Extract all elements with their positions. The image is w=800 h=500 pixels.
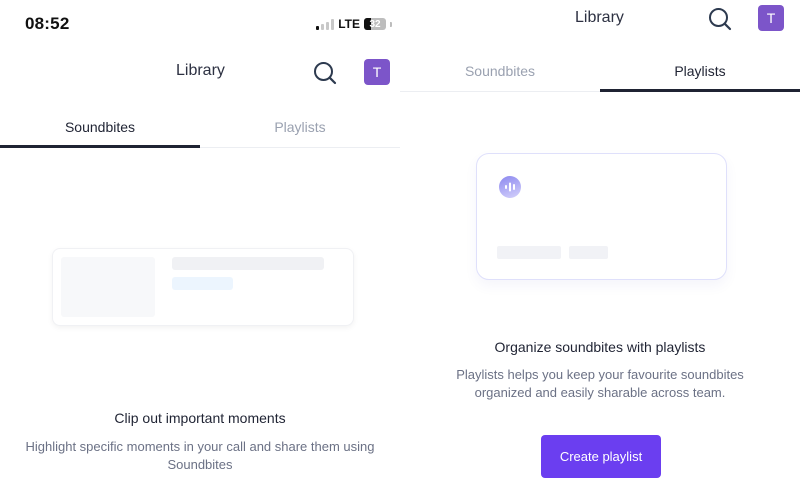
search-icon — [709, 8, 732, 31]
user-avatar[interactable]: T — [364, 59, 390, 85]
tab-playlists[interactable]: Playlists — [200, 106, 400, 147]
placeholder-tag-line — [172, 277, 233, 290]
empty-state-title: Clip out important moments — [114, 410, 286, 426]
placeholder-title-line — [172, 257, 324, 270]
soundbite-placeholder-card — [52, 248, 354, 326]
search-button[interactable] — [707, 6, 733, 32]
placeholder-line — [569, 246, 608, 259]
battery-tip — [390, 21, 392, 27]
playlists-screen: Library T Soundbites Playlists Organize … — [400, 0, 800, 500]
tab-soundbites[interactable]: Soundbites — [0, 106, 200, 148]
status-time: 08:52 — [25, 14, 70, 33]
page-title: Library — [176, 62, 225, 79]
empty-state-description: Highlight specific moments in your call … — [25, 439, 375, 472]
empty-state-description: Playlists helps you keep your favourite … — [456, 367, 744, 400]
placeholder-thumbnail — [61, 257, 155, 317]
network-type: LTE — [338, 17, 360, 31]
library-tabs: Soundbites Playlists — [400, 50, 800, 92]
empty-state-title: Organize soundbites with playlists — [494, 339, 706, 355]
search-icon — [314, 62, 337, 85]
battery-level: 32 — [369, 18, 381, 30]
playlist-placeholder-card — [476, 153, 727, 280]
signal-icon — [316, 18, 335, 30]
tab-playlists[interactable]: Playlists — [600, 50, 800, 92]
page-title: Library — [575, 9, 624, 26]
status-indicators: LTE 32 — [316, 17, 392, 31]
create-playlist-button[interactable]: Create playlist — [541, 435, 661, 478]
soundbites-screen: 08:52 LTE 32 Library T Soundbites Playli… — [0, 0, 400, 500]
tab-soundbites[interactable]: Soundbites — [400, 50, 600, 91]
placeholder-line — [497, 246, 561, 259]
battery-icon: 32 — [364, 18, 386, 30]
search-button[interactable] — [312, 60, 338, 86]
library-tabs: Soundbites Playlists — [0, 106, 400, 148]
user-avatar[interactable]: T — [758, 5, 784, 31]
soundwave-icon — [499, 176, 521, 198]
